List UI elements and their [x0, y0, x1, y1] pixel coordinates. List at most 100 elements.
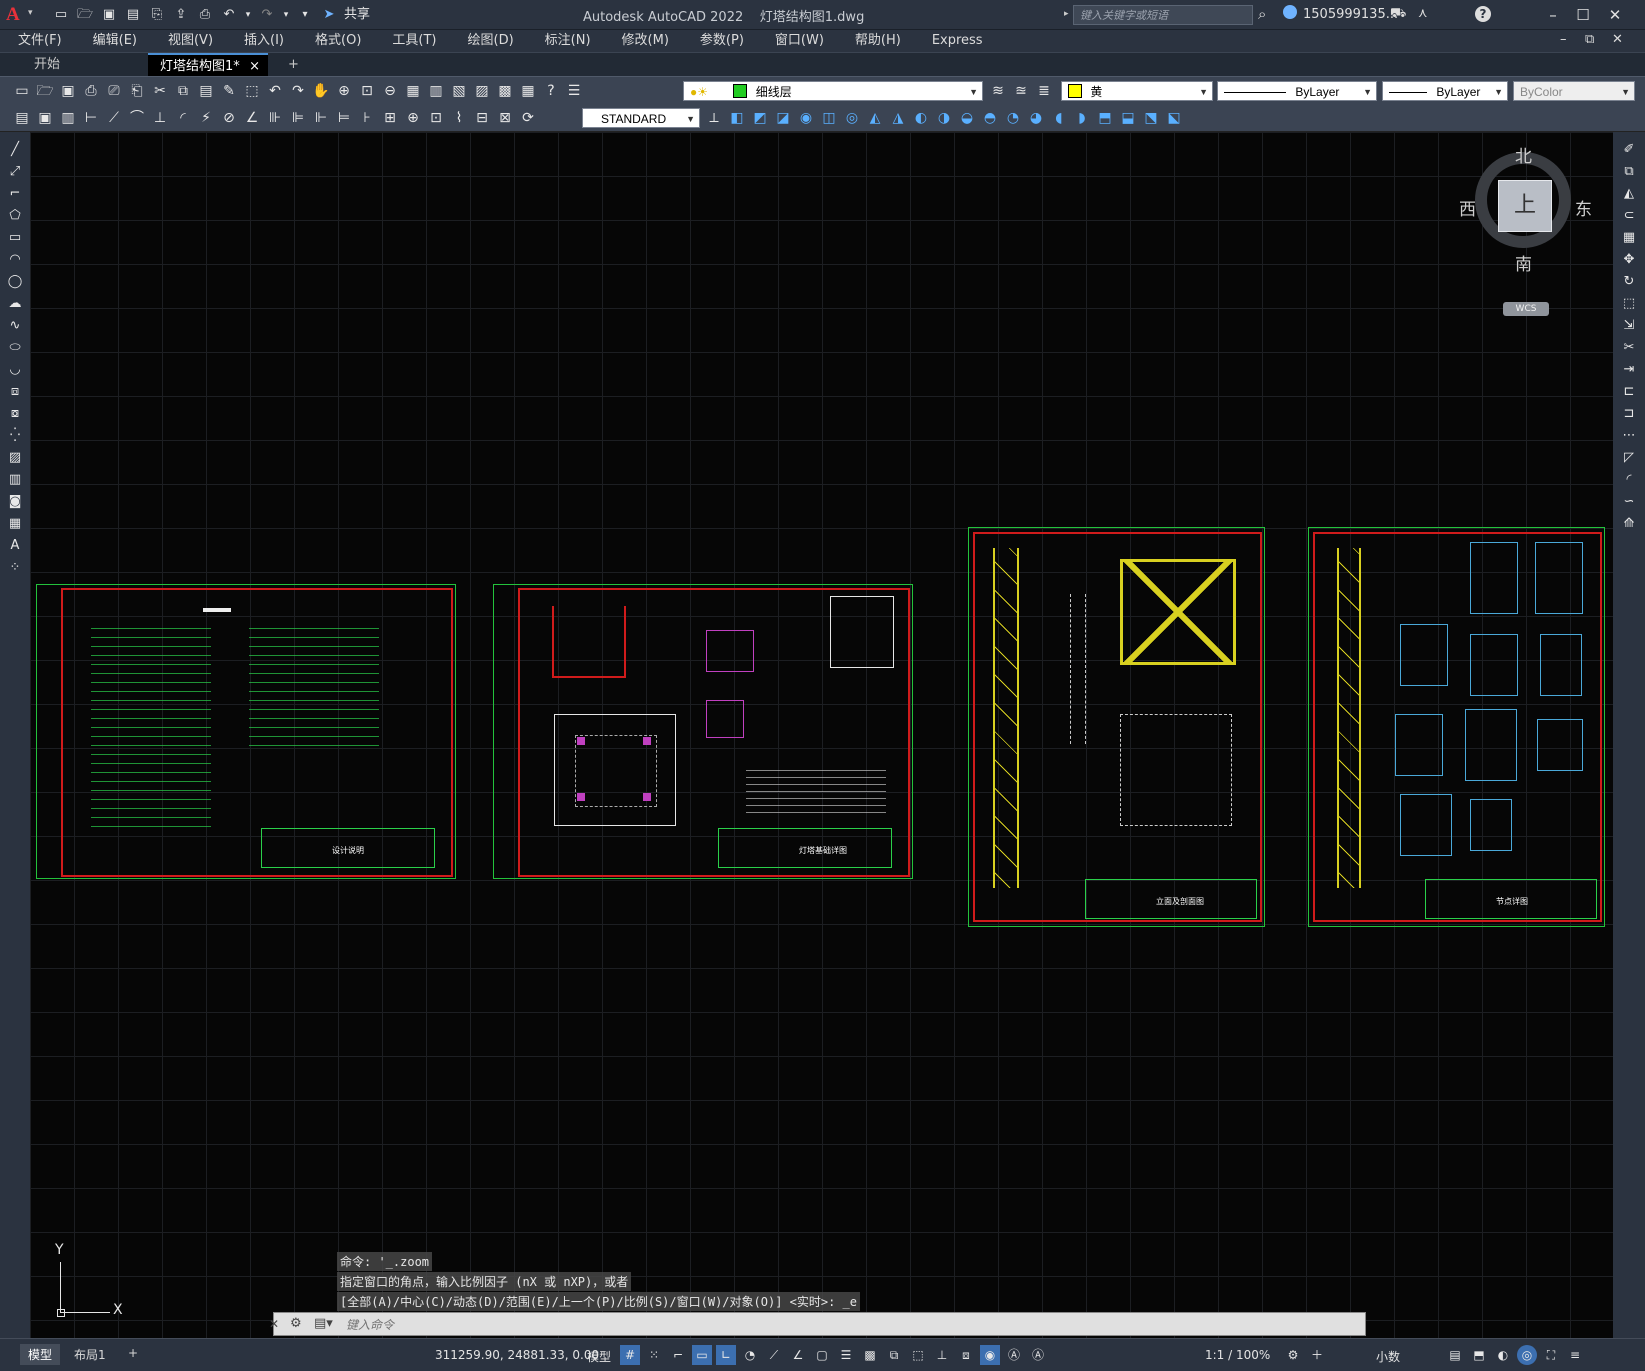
units-display[interactable]: 小数 — [1376, 1348, 1400, 1365]
linetype-dropdown[interactable]: ByLayer ▼ — [1217, 81, 1377, 101]
block-editor-icon[interactable]: ⬚ — [242, 81, 262, 101]
selection-cycling-icon[interactable]: ⧉ — [884, 1345, 904, 1365]
new-tab-button[interactable]: + — [276, 53, 311, 77]
calculator-icon[interactable]: ▦ — [518, 81, 538, 101]
design-center-icon[interactable]: ▥ — [426, 81, 446, 101]
3d-cylinder-icon[interactable]: ◫ — [819, 108, 839, 128]
join-icon[interactable]: ⋯ — [1619, 426, 1639, 446]
3d-osnap-icon[interactable]: ⬚ — [908, 1345, 928, 1365]
menu-draw[interactable]: 绘图(D) — [450, 32, 527, 50]
ellipse-icon[interactable]: ⬭ — [5, 338, 25, 358]
menu-file[interactable]: 文件(F) — [0, 32, 75, 50]
erase-icon[interactable]: ✐ — [1619, 140, 1639, 160]
3d-union-icon[interactable]: ◓ — [980, 108, 1000, 128]
infer-constraints-icon[interactable]: ⌐ — [668, 1345, 688, 1365]
break-icon[interactable]: ⊐ — [1619, 404, 1639, 424]
revision-cloud-icon[interactable]: ☁ — [5, 294, 25, 314]
wcs-menu[interactable]: WCS — [1503, 302, 1549, 316]
grid-icon[interactable]: # — [620, 1345, 640, 1365]
object-snap-icon[interactable]: ▢ — [812, 1345, 832, 1365]
3d-sphere-icon[interactable]: ◉ — [796, 108, 816, 128]
menu-view[interactable]: 视图(V) — [150, 32, 226, 50]
layer-previous-icon[interactable]: ≊ — [1011, 81, 1031, 101]
cart-icon[interactable]: ⛟ — [1390, 6, 1406, 23]
selection-filter-icon[interactable]: ⧈ — [956, 1345, 976, 1365]
radius-dim-icon[interactable]: ◜ — [173, 108, 193, 128]
new-icon[interactable]: ▭ — [12, 81, 32, 101]
tab-start[interactable]: 开始 — [22, 53, 142, 77]
text-style-dropdown[interactable]: STANDARD ▼ — [582, 108, 700, 128]
tab-drawing[interactable]: 灯塔结构图1* × — [148, 53, 268, 77]
make-current-layer-icon[interactable]: ≋ — [988, 81, 1008, 101]
update-field-icon[interactable]: ▥ — [58, 108, 78, 128]
redo-icon[interactable]: ↷ — [288, 81, 308, 101]
copy-object-icon[interactable]: ⧉ — [1619, 162, 1639, 182]
open-icon[interactable]: 🗁 — [35, 81, 55, 101]
jogged-linear-icon[interactable]: ⌇ — [449, 108, 469, 128]
tab-layout1[interactable]: 布局1 — [66, 1344, 114, 1365]
help-icon[interactable]: ? — [1475, 6, 1491, 22]
lineweight-icon[interactable]: ☰ — [836, 1345, 856, 1365]
chamfer-icon[interactable]: ◸ — [1619, 448, 1639, 468]
snap-icon[interactable]: ⁙ — [644, 1345, 664, 1365]
line-icon[interactable]: ╱ — [5, 140, 25, 160]
polar-tracking-icon[interactable]: ◔ — [740, 1345, 760, 1365]
doc-minimize-icon[interactable]: – — [1560, 32, 1567, 47]
move-icon[interactable]: ✥ — [1619, 250, 1639, 270]
angular-dim-icon[interactable]: ∠ — [242, 108, 262, 128]
compass-south[interactable]: 南 — [1515, 250, 1532, 275]
share-icon[interactable]: ➤ — [320, 6, 338, 24]
3d-rotate-icon[interactable]: ⬕ — [1164, 108, 1184, 128]
auto-scale-icon[interactable]: Ⓐ — [1028, 1345, 1048, 1365]
compass-north[interactable]: 北 — [1515, 142, 1532, 167]
markup-icon[interactable]: ▩ — [495, 81, 515, 101]
construction-line-icon[interactable]: ⤢ — [5, 162, 25, 182]
field-icon[interactable]: ▣ — [35, 108, 55, 128]
rotate-icon[interactable]: ↻ — [1619, 272, 1639, 292]
baseline-dim-icon[interactable]: ⊫ — [288, 108, 308, 128]
viewcube[interactable]: 上 北 南 东 西 — [1459, 140, 1592, 275]
scale-icon[interactable]: ⬚ — [1619, 294, 1639, 314]
lineweight-dropdown[interactable]: ByLayer ▼ — [1382, 81, 1508, 101]
cut-icon[interactable]: ✂ — [150, 81, 170, 101]
save-as-icon[interactable]: ▤ — [124, 6, 142, 24]
zoom-previous-icon[interactable]: ⊖ — [380, 81, 400, 101]
quick-properties-toggle-icon[interactable]: ▤ — [1445, 1345, 1465, 1365]
center-mark-icon[interactable]: ⊕ — [403, 108, 423, 128]
annotation-monitor-icon[interactable]: ＋ — [1307, 1345, 1327, 1365]
search-icon[interactable]: ⌕ — [1258, 5, 1266, 23]
properties-icon[interactable]: ▦ — [403, 81, 423, 101]
gradient-icon[interactable]: ▥ — [5, 470, 25, 490]
add-layout-button[interactable]: + — [120, 1344, 146, 1362]
customization-icon[interactable]: ≡ — [1565, 1345, 1585, 1365]
compass-west[interactable]: 西 — [1459, 195, 1476, 220]
clean-screen-icon[interactable]: ⛶ — [1541, 1345, 1561, 1365]
dim-break-icon[interactable]: ⊦ — [357, 108, 377, 128]
array-icon[interactable]: ▦ — [1619, 228, 1639, 248]
make-block-icon[interactable]: ⧇ — [5, 404, 25, 424]
3d-sweep-icon[interactable]: ◑ — [934, 108, 954, 128]
blend-curves-icon[interactable]: ∽ — [1619, 492, 1639, 512]
dim-style-icon[interactable]: ⟂ — [704, 108, 724, 128]
menu-express[interactable]: Express — [914, 32, 996, 50]
dim-text-edit-icon[interactable]: ⊠ — [495, 108, 515, 128]
viewcube-top-face[interactable]: 上 — [1498, 180, 1552, 232]
maximize-icon[interactable]: ☐ — [1571, 5, 1595, 25]
3d-intersect-icon[interactable]: ◕ — [1026, 108, 1046, 128]
spline-icon[interactable]: ∿ — [5, 316, 25, 336]
new-file-icon[interactable]: ▭ — [52, 6, 70, 24]
user-avatar-icon[interactable] — [1283, 5, 1297, 19]
save-icon[interactable]: ▣ — [100, 6, 118, 24]
minimize-icon[interactable]: – — [1541, 5, 1565, 25]
arc-icon[interactable]: ◠ — [5, 250, 25, 270]
doc-restore-icon[interactable]: ⧉ — [1585, 32, 1594, 47]
rectangle-icon[interactable]: ▭ — [5, 228, 25, 248]
close-window-icon[interactable]: ✕ — [1603, 5, 1627, 25]
explode-icon[interactable]: ⟰ — [1619, 514, 1639, 534]
dim-edit-icon[interactable]: ⊟ — [472, 108, 492, 128]
3d-wedge-icon[interactable]: ◩ — [750, 108, 770, 128]
search-expand-icon[interactable]: ▸ — [1064, 9, 1069, 19]
dynamic-input-icon[interactable]: ▭ — [692, 1345, 712, 1365]
gizmo-icon[interactable]: ◉ — [980, 1345, 1000, 1365]
3d-slice-icon[interactable]: ◖ — [1049, 108, 1069, 128]
